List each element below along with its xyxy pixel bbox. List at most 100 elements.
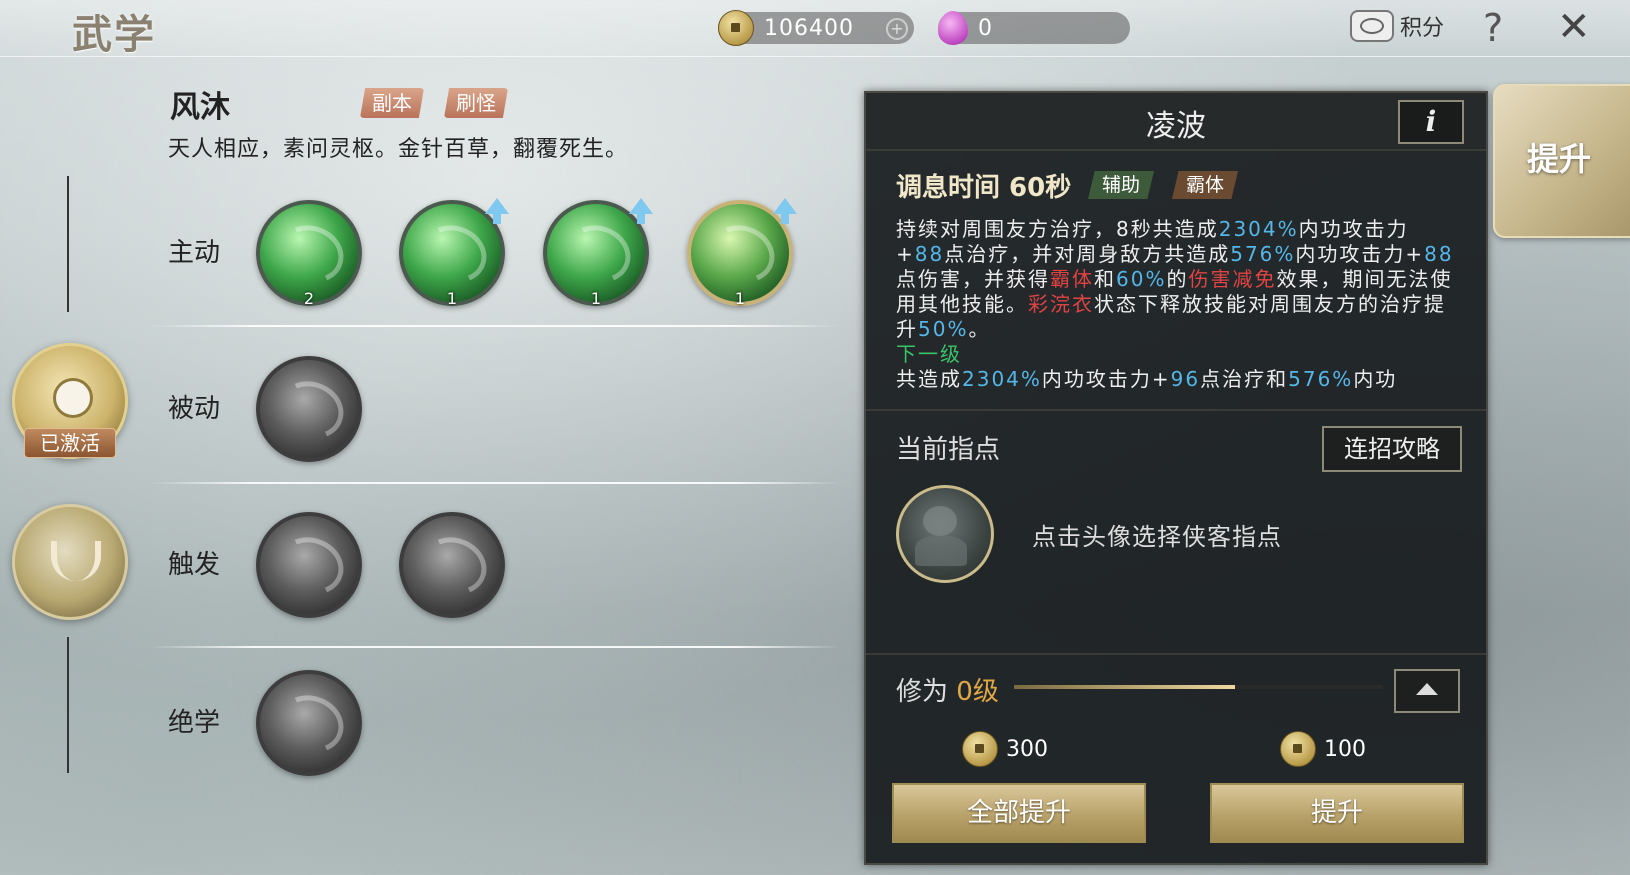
trigger-skill-1[interactable] [256,512,362,618]
desc-text: 点伤害，并获得 [896,267,1050,291]
close-icon[interactable]: ✕ [1557,4,1591,50]
page-title: 武学 [72,11,156,58]
skill-swirl-icon [270,686,352,762]
cooldown-text: 调息时间 60秒 [896,173,1072,203]
activated-badge: 已激活 [24,428,116,458]
desc-text: 内功攻击力+ [1041,367,1171,391]
top-bar: 武学 106400 + 0 积分 ? ✕ [0,0,1630,58]
desc-value: 96 [1170,367,1201,391]
skill-swirl-icon [413,528,495,604]
active-skill-2[interactable]: 1 [399,198,509,308]
passive-skill-1[interactable] [256,356,362,462]
coin-value: 106400 [764,15,854,41]
desc-text: 共造成 [896,367,962,391]
score-button[interactable]: 积分 [1350,10,1444,42]
desc-value: 2304% [1218,217,1299,241]
coin-icon [962,731,998,767]
coin-icon [1280,731,1316,767]
desc-value: 2304% [962,367,1042,391]
cultivation-text: 修为 [896,677,949,707]
help-icon[interactable]: ? [1483,6,1503,50]
cultivation-progress-fill [1014,685,1235,689]
leaf-icon [51,541,101,581]
desc-value: 576% [1230,242,1296,266]
row-label-ultimate: 绝学 [168,708,221,738]
gem-counter: 0 [938,11,1130,45]
row-label-passive: 被动 [168,394,221,424]
panel-divider [866,653,1486,655]
skill-level: 1 [590,289,602,308]
desc-text: 内功 [1353,367,1398,391]
desc-text: 点治疗，并对周身敌方共造成 [944,242,1231,266]
leaf-emblem[interactable] [12,504,128,620]
desc-value: 88 [914,242,945,266]
active-skill-1[interactable]: 2 [256,200,362,308]
skill-description: 持续对周围友方治疗，8秒共造成2304%内功攻击力+88点治疗，并对周身敌方共造… [896,217,1456,392]
upgrade-arrow-icon [485,198,509,224]
sect-tag-dungeon: 副本 [360,88,424,118]
row-divider [150,646,840,648]
side-line-top [67,176,69,312]
skill-tag-support: 辅助 [1088,171,1155,199]
cost-all-value: 300 [1006,736,1048,762]
cost-all: 300 [962,731,1048,767]
cultivation-label: 修为 0级 [896,671,999,708]
skill-detail-panel: 凌波 i 调息时间 60秒 辅助 霸体 持续对周围友方治疗，8秒共造成2304%… [864,91,1488,865]
gem-icon [938,11,968,45]
emblem-icon [53,378,93,418]
desc-text: 的 [1166,267,1189,291]
skill-level: 2 [303,289,315,308]
skill-swirl-icon [701,216,783,292]
active-skill-4-selected[interactable]: 1 [687,198,797,308]
cultivation-progress-track [1014,685,1382,689]
sect-tag-mob: 刷怪 [444,88,508,118]
upgrade-all-button[interactable]: 全部提升 [892,783,1146,843]
upgrade-side-tab[interactable]: 提升 [1493,84,1630,238]
add-coins-button[interactable]: + [886,18,908,40]
desc-text: 和 [1094,267,1116,291]
desc-value: 50% [918,317,969,341]
combo-guide-button[interactable]: 连招攻略 [1322,426,1462,472]
sect-description: 天人相应，素问灵枢。金针百草，翻覆死生。 [168,137,629,162]
skill-name: 凌波 [1146,109,1206,144]
row-divider [150,482,840,484]
active-skill-3[interactable]: 1 [543,198,653,308]
upgrade-button[interactable]: 提升 [1210,783,1464,843]
gem-value: 0 [978,15,993,41]
desc-value: 88 [1424,242,1454,266]
skill-level: 1 [734,289,746,308]
next-level-label: 下一级 [896,342,962,366]
desc-text: 点治疗和 [1200,367,1289,391]
side-tab-label: 提升 [1527,140,1592,178]
sect-name: 风沐 [170,90,230,125]
desc-value: 576% [1288,367,1354,391]
guide-label: 当前指点 [896,435,1001,465]
skill-swirl-icon [270,528,352,604]
cost-one: 100 [1280,731,1366,767]
desc-keyword: 彩浣衣 [1028,292,1094,316]
panel-divider [866,409,1486,411]
score-label: 积分 [1400,16,1445,41]
desc-keyword: 霸体 [1050,267,1094,291]
skill-swirl-icon [270,216,352,292]
skill-swirl-icon [413,216,495,292]
desc-text: 。 [968,317,991,341]
desc-text: 持续对周围友方治疗，8秒共造成 [896,217,1219,241]
level-up-arrow-button[interactable] [1394,669,1460,713]
info-button[interactable]: i [1398,100,1464,144]
desc-text: 内功攻击力+ [1295,242,1425,266]
score-icon [1350,10,1394,42]
trigger-skill-2[interactable] [399,512,505,618]
ultimate-skill-1[interactable] [256,670,362,776]
mentor-avatar[interactable] [896,485,994,583]
panel-header: 凌波 i [866,93,1486,151]
coin-icon [718,10,754,46]
row-label-trigger: 触发 [168,550,221,580]
desc-value: 60% [1116,267,1167,291]
coin-counter: 106400 + [718,10,914,46]
cultivation-level: 0级 [956,677,999,707]
row-label-active: 主动 [168,238,221,268]
skill-tag-superarmor: 霸体 [1172,171,1239,199]
skill-swirl-icon [557,216,639,292]
row-divider [150,325,840,327]
